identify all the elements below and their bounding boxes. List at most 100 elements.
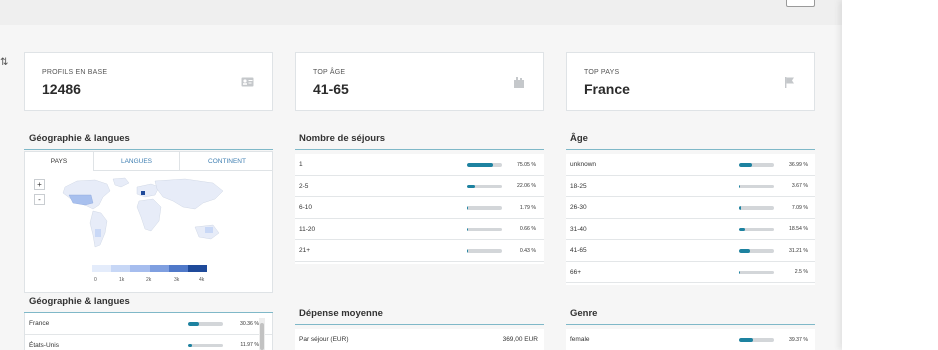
legend-tick: 3k [174, 277, 180, 283]
kpi-label: TOP PAYS [584, 69, 620, 76]
kpi-top-age-card: TOP ÂGE 41-65 [295, 52, 544, 111]
legend-swatch [168, 265, 188, 272]
row-label: female [570, 336, 590, 343]
progress-bar [739, 249, 774, 253]
age-title-rule [566, 149, 815, 150]
progress-bar-fill [467, 227, 468, 231]
sejours-title-rule [295, 149, 544, 150]
geo-list-title: Géographie & langues [29, 296, 130, 307]
geo-list-scrollbar[interactable] [259, 318, 265, 350]
progress-bar [739, 338, 774, 342]
zoom-in-button[interactable]: + [34, 179, 45, 190]
kpi-top-country-card: TOP PAYS France [566, 52, 815, 111]
row-label: 1 [299, 161, 303, 168]
progress-bar [467, 249, 502, 253]
legend-tick: 1k [119, 277, 125, 283]
kpi-label: TOP ÂGE [313, 69, 346, 76]
kpi-label: PROFILS EN BASE [42, 69, 108, 76]
depense-panel: Par séjour (EUR) 369,00 EUR [295, 329, 544, 350]
progress-bar-fill [467, 163, 494, 167]
row-percentage: 11.97 % [240, 342, 259, 348]
row-label: 66+ [570, 268, 582, 276]
sejours-row: 11-20 0.66 % [295, 219, 544, 240]
row-percentage: 36.99 % [788, 161, 808, 168]
progress-bar [739, 184, 774, 188]
age-title: Âge [570, 133, 588, 144]
row-label: 18-25 [570, 182, 587, 190]
legend-swatch [149, 265, 169, 272]
depense-title-rule [295, 324, 544, 325]
progress-bar-fill [739, 249, 750, 253]
kpi-value: 41-65 [313, 81, 349, 97]
age-row: 31-40 18.54 % [566, 219, 815, 240]
geo-list-panel: France 30.36 % États-Unis 11.97 % [24, 313, 273, 350]
genre-title: Genre [570, 308, 598, 319]
progress-bar [188, 322, 223, 326]
progress-bar-fill [467, 206, 468, 210]
progress-bar-fill [739, 227, 746, 231]
geo-title-rule [24, 149, 273, 150]
depense-title: Dépense moyenne [299, 308, 383, 319]
row-percentage: 22.06 % [516, 183, 536, 189]
legend-swatch [130, 265, 150, 272]
progress-bar [467, 227, 502, 231]
flag-icon [783, 77, 796, 88]
age-row: 18-25 3.67 % [566, 176, 815, 197]
legend-tick: 0 [94, 277, 97, 283]
kpi-profiles-card: PROFILS EN BASE 12486 [24, 52, 273, 111]
zoom-out-button[interactable]: - [34, 194, 45, 205]
progress-bar [739, 163, 774, 167]
progress-bar [467, 163, 502, 167]
row-percentage: 0.66 % [519, 226, 536, 232]
row-percentage: 1.79 % [519, 204, 536, 211]
legend-tick: 4k [199, 277, 205, 283]
row-percentage: 3.67 % [791, 183, 808, 189]
progress-bar-fill [188, 322, 199, 326]
sort-icon[interactable]: ⇅ [0, 57, 8, 68]
top-menu-button[interactable] [786, 0, 815, 7]
geo-map-panel: PAYS LANGUES CONTINENT + - 0 1k 2k 3k 4k [24, 151, 273, 293]
row-label: Par séjour (EUR) [299, 336, 349, 343]
age-row: unknown 36.99 % [566, 154, 815, 176]
sejours-panel: 1 75.05 % 2-5 22.06 % 6-10 1.79 % 11-20 0.66 % 2… [295, 154, 544, 264]
age-row: 41-65 31.21 % [566, 240, 815, 262]
legend-swatch [92, 265, 112, 272]
building-icon [512, 77, 525, 88]
legend-swatch [111, 265, 131, 272]
kpi-value: 12486 [42, 81, 81, 97]
row-percentage: 2.5 % [794, 269, 808, 275]
row-label: France [29, 320, 50, 327]
row-percentage: 18.54 % [788, 226, 808, 232]
top-bar [0, 0, 842, 25]
age-row: 26-30 7.09 % [566, 197, 815, 219]
row-label: 6-10 [299, 204, 313, 211]
progress-bar-fill [739, 206, 742, 210]
row-percentage: 31.21 % [788, 247, 808, 254]
progress-bar-fill [739, 270, 740, 274]
sejours-row: 1 75.05 % [295, 154, 544, 176]
kpi-value: France [584, 81, 630, 97]
scrollbar-thumb[interactable] [260, 323, 264, 350]
row-label: unknown [570, 161, 597, 168]
tab-continent[interactable]: CONTINENT [180, 152, 274, 171]
world-map[interactable] [55, 175, 230, 253]
tab-pays[interactable]: PAYS [25, 152, 94, 171]
row-percentage: 7.09 % [791, 204, 808, 211]
map-legend-bar [92, 265, 208, 272]
genre-title-rule [566, 324, 815, 325]
row-label: 26-30 [570, 204, 587, 211]
row-percentage: 0.43 % [519, 247, 536, 254]
genre-row: female 39.37 % [566, 329, 815, 350]
geo-list-row: États-Unis 11.97 % [25, 335, 272, 350]
genre-panel: female 39.37 % [566, 329, 815, 350]
row-percentage: 30.36 % [239, 320, 259, 327]
age-panel: unknown 36.99 % 18-25 3.67 % 26-30 7.09 % 31-4… [566, 154, 815, 285]
row-percentage: 39.37 % [788, 336, 808, 343]
row-label: 11-20 [299, 225, 316, 233]
age-row: 66+ 2.5 % [566, 262, 815, 283]
progress-bar-fill [467, 249, 468, 253]
tab-langues[interactable]: LANGUES [94, 152, 180, 171]
progress-bar [739, 206, 774, 210]
right-side-panel [842, 0, 938, 350]
geo-title: Géographie & langues [29, 133, 130, 144]
